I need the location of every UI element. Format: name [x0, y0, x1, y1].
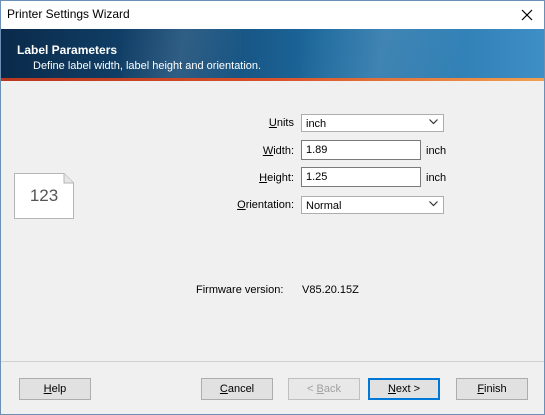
- cancel-button[interactable]: Cancel: [201, 378, 273, 400]
- banner-accent-line: [1, 78, 544, 81]
- banner-subtitle: Define label width, label height and ori…: [33, 60, 262, 72]
- help-button[interactable]: Help: [19, 378, 91, 400]
- close-button[interactable]: [510, 1, 544, 29]
- back-arrow: <: [307, 383, 317, 395]
- help-label: elp: [51, 383, 67, 395]
- units-dropdown[interactable]: inch: [301, 114, 444, 132]
- cancel-label: ancel: [227, 383, 255, 395]
- width-label-text: idth:: [273, 145, 294, 157]
- chevron-down-icon: [429, 201, 438, 207]
- header-banner: Label Parameters Define label width, lab…: [1, 29, 544, 81]
- orientation-label-text: rientation:: [245, 199, 294, 211]
- banner-title: Label Parameters: [17, 43, 118, 57]
- cancel-accel: C: [219, 383, 228, 395]
- orientation-label-accel: O: [237, 199, 246, 211]
- orientation-dropdown[interactable]: Normal: [301, 196, 444, 214]
- width-input[interactable]: [301, 140, 421, 160]
- help-accel: H: [43, 383, 52, 395]
- wizard-window: Printer Settings Wizard Label Parameters…: [0, 0, 545, 415]
- banner-decoration: [121, 29, 241, 81]
- units-label-accel: U: [268, 117, 277, 129]
- title-bar: Printer Settings Wizard: [1, 1, 544, 29]
- next-button[interactable]: Next >: [368, 378, 440, 400]
- banner-decoration: [301, 29, 461, 81]
- footer-divider: [1, 361, 544, 362]
- units-label-text: nits: [276, 117, 294, 129]
- units-value: inch: [306, 118, 327, 130]
- height-label: Height:: [154, 172, 294, 184]
- back-button[interactable]: < Back: [288, 378, 360, 400]
- firmware-label: Firmware version:: [196, 284, 284, 296]
- next-label: ext >: [395, 383, 421, 395]
- finish-accel: F: [477, 383, 485, 395]
- orientation-value: Normal: [306, 200, 342, 212]
- height-input[interactable]: [301, 167, 421, 187]
- height-label-accel: H: [259, 172, 268, 184]
- width-label-accel: W: [262, 145, 274, 157]
- next-accel: N: [387, 383, 396, 395]
- finish-label: inish: [484, 383, 507, 395]
- units-label: Units: [154, 117, 294, 129]
- back-label: ack: [323, 383, 341, 395]
- orientation-label: Orientation:: [154, 199, 294, 211]
- finish-button[interactable]: Finish: [456, 378, 528, 400]
- firmware-value: V85.20.15Z: [302, 284, 359, 296]
- height-label-text: eight:: [267, 172, 294, 184]
- width-unit: inch: [426, 145, 447, 157]
- back-accel: B: [316, 383, 324, 395]
- height-unit: inch: [426, 172, 447, 184]
- window-title: Printer Settings Wizard: [7, 7, 130, 21]
- label-icon-text: 123: [29, 186, 59, 205]
- chevron-down-icon: [429, 119, 438, 125]
- width-label: Width:: [154, 145, 294, 157]
- label-icon: 123: [14, 173, 74, 219]
- close-icon: [521, 9, 533, 21]
